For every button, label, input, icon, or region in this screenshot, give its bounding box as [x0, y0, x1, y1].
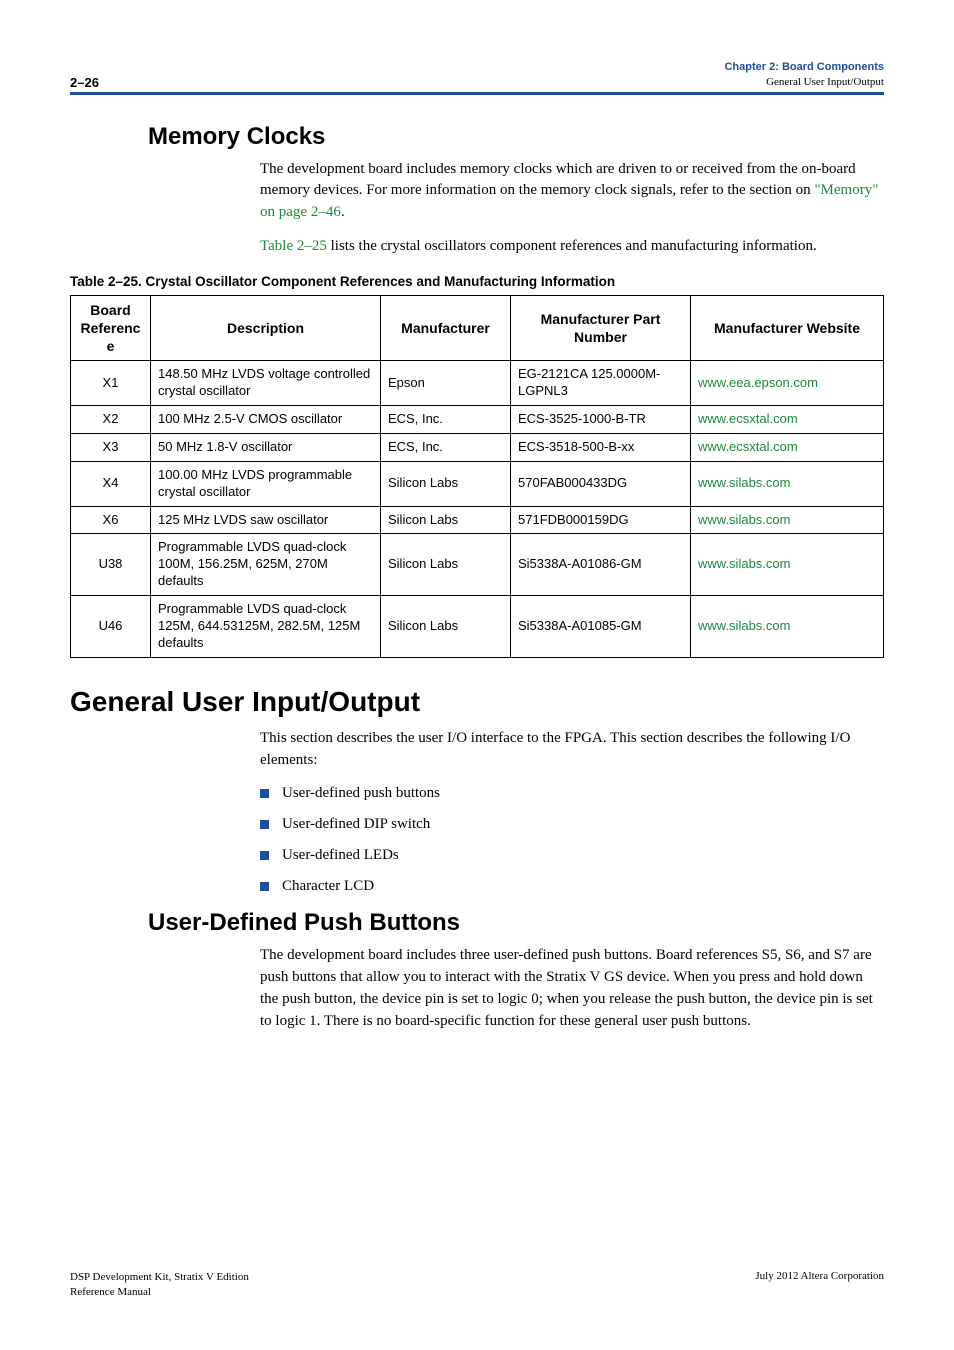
list-item: Character LCD: [260, 876, 884, 897]
manufacturer-website-link[interactable]: www.silabs.com: [698, 618, 790, 633]
cell-manufacturer: Silicon Labs: [381, 534, 511, 596]
cell-board-ref: U46: [71, 596, 151, 658]
page-header: 2–26 Chapter 2: Board Components General…: [70, 60, 884, 95]
page-number: 2–26: [70, 75, 99, 90]
cell-manufacturer: Epson: [381, 361, 511, 406]
cell-website: www.silabs.com: [691, 461, 884, 506]
text: .: [341, 204, 345, 220]
text: lists the crystal oscillators component …: [327, 238, 817, 254]
page-footer: DSP Development Kit, Stratix V Edition R…: [70, 1270, 884, 1300]
list-item: User-defined DIP switch: [260, 814, 884, 835]
footer-doc-sub: Reference Manual: [70, 1285, 249, 1300]
th-part-number: Manufacturer Part Number: [511, 295, 691, 361]
oscillator-table: Board Reference Description Manufacturer…: [70, 295, 884, 658]
heading-user-push-buttons: User-Defined Push Buttons: [148, 909, 884, 937]
manufacturer-website-link[interactable]: www.ecsxtal.com: [698, 439, 798, 454]
chapter-subtitle: General User Input/Output: [724, 75, 884, 90]
cell-part-number: 570FAB000433DG: [511, 461, 691, 506]
footer-right: July 2012 Altera Corporation: [755, 1270, 884, 1300]
manufacturer-website-link[interactable]: www.silabs.com: [698, 475, 790, 490]
table-row: X350 MHz 1.8-V oscillatorECS, Inc.ECS-35…: [71, 433, 884, 461]
cell-website: www.silabs.com: [691, 596, 884, 658]
cell-description: Programmable LVDS quad-clock 100M, 156.2…: [151, 534, 381, 596]
footer-left: DSP Development Kit, Stratix V Edition R…: [70, 1270, 249, 1300]
heading-memory-clocks: Memory Clocks: [148, 123, 884, 151]
chapter-label: Chapter 2: Board Components General User…: [724, 60, 884, 90]
table-caption: Table 2–25. Crystal Oscillator Component…: [70, 274, 884, 289]
th-website: Manufacturer Website: [691, 295, 884, 361]
list-item: User-defined LEDs: [260, 845, 884, 866]
table-row: U38Programmable LVDS quad-clock 100M, 15…: [71, 534, 884, 596]
list-item: User-defined push buttons: [260, 783, 884, 804]
guio-bullet-list: User-defined push buttons User-defined D…: [260, 783, 884, 897]
cell-part-number: Si5338A-A01086-GM: [511, 534, 691, 596]
manufacturer-website-link[interactable]: www.silabs.com: [698, 512, 790, 527]
heading-general-user-io: General User Input/Output: [70, 686, 884, 718]
guio-intro: This section describes the user I/O inte…: [260, 728, 884, 772]
table-ref-link[interactable]: Table 2–25: [260, 238, 327, 254]
cell-manufacturer: Silicon Labs: [381, 596, 511, 658]
th-board-ref: Board Reference: [71, 295, 151, 361]
cell-description: 125 MHz LVDS saw oscillator: [151, 506, 381, 534]
cell-part-number: 571FDB000159DG: [511, 506, 691, 534]
cell-part-number: ECS-3518-500-B-xx: [511, 433, 691, 461]
memory-clocks-para2: Table 2–25 lists the crystal oscillators…: [260, 236, 884, 258]
table-header-row: Board Reference Description Manufacturer…: [71, 295, 884, 361]
table-row: X6125 MHz LVDS saw oscillatorSilicon Lab…: [71, 506, 884, 534]
cell-website: www.ecsxtal.com: [691, 433, 884, 461]
manufacturer-website-link[interactable]: www.eea.epson.com: [698, 375, 818, 390]
manufacturer-website-link[interactable]: www.ecsxtal.com: [698, 411, 798, 426]
memory-clocks-para1: The development board includes memory cl…: [260, 159, 884, 224]
cell-board-ref: X2: [71, 406, 151, 434]
th-description: Description: [151, 295, 381, 361]
cell-manufacturer: ECS, Inc.: [381, 433, 511, 461]
table-row: X4100.00 MHz LVDS programmable crystal o…: [71, 461, 884, 506]
cell-description: 148.50 MHz LVDS voltage controlled cryst…: [151, 361, 381, 406]
push-buttons-para: The development board includes three use…: [260, 945, 884, 1032]
cell-board-ref: X1: [71, 361, 151, 406]
cell-part-number: ECS-3525-1000-B-TR: [511, 406, 691, 434]
footer-doc-title: DSP Development Kit, Stratix V Edition: [70, 1270, 249, 1285]
cell-manufacturer: Silicon Labs: [381, 506, 511, 534]
cell-board-ref: X3: [71, 433, 151, 461]
chapter-title: Chapter 2: Board Components: [724, 60, 884, 75]
cell-part-number: EG-2121CA 125.0000M-LGPNL3: [511, 361, 691, 406]
cell-website: www.silabs.com: [691, 534, 884, 596]
manufacturer-website-link[interactable]: www.silabs.com: [698, 556, 790, 571]
cell-description: 50 MHz 1.8-V oscillator: [151, 433, 381, 461]
cell-board-ref: U38: [71, 534, 151, 596]
cell-manufacturer: Silicon Labs: [381, 461, 511, 506]
th-manufacturer: Manufacturer: [381, 295, 511, 361]
cell-description: 100 MHz 2.5-V CMOS oscillator: [151, 406, 381, 434]
cell-website: www.eea.epson.com: [691, 361, 884, 406]
cell-manufacturer: ECS, Inc.: [381, 406, 511, 434]
cell-part-number: Si5338A-A01085-GM: [511, 596, 691, 658]
cell-website: www.ecsxtal.com: [691, 406, 884, 434]
table-row: U46Programmable LVDS quad-clock 125M, 64…: [71, 596, 884, 658]
cell-board-ref: X6: [71, 506, 151, 534]
table-row: X1148.50 MHz LVDS voltage controlled cry…: [71, 361, 884, 406]
cell-board-ref: X4: [71, 461, 151, 506]
cell-description: 100.00 MHz LVDS programmable crystal osc…: [151, 461, 381, 506]
cell-website: www.silabs.com: [691, 506, 884, 534]
text: The development board includes memory cl…: [260, 161, 856, 199]
table-row: X2100 MHz 2.5-V CMOS oscillatorECS, Inc.…: [71, 406, 884, 434]
cell-description: Programmable LVDS quad-clock 125M, 644.5…: [151, 596, 381, 658]
